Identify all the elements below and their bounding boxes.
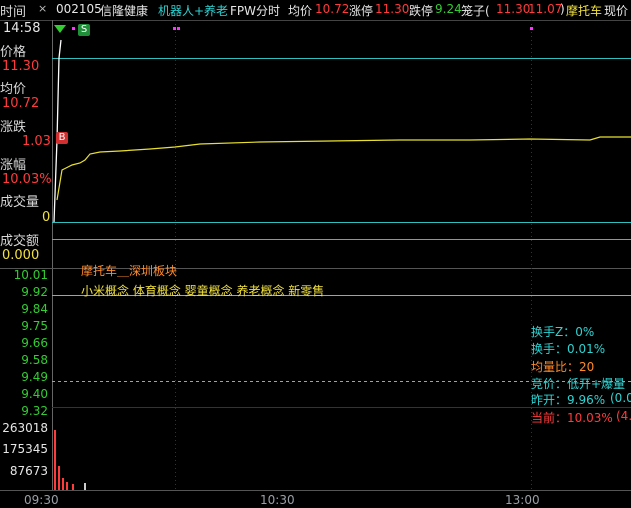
volume-bar (62, 478, 64, 490)
signal-mark (530, 27, 533, 30)
signal-mark (177, 27, 180, 30)
volume-ratio-stat: 均量比：20 (531, 360, 595, 374)
price-axis-label: 9.40 (21, 387, 48, 401)
time-axis-label: 13:00 (505, 493, 540, 507)
pct-label: 涨幅 (0, 158, 27, 173)
price-axis-label: 9.32 (21, 404, 48, 418)
avg-price-line (56, 136, 631, 201)
current-change-tail: (4. (616, 409, 631, 423)
price-axis-label: 9.49 (21, 370, 48, 384)
amount-label: 成交额 (0, 234, 40, 249)
yesterday-open-stat: 昨开：9.96% (531, 393, 606, 407)
volume-bar (72, 484, 74, 490)
intraday-chart (0, 20, 631, 491)
price-axis-label: 9.75 (21, 319, 48, 333)
signal-mark (173, 27, 176, 30)
turnover-stat: 换手：0.01% (531, 342, 606, 356)
sector-tags[interactable]: 小米概念 体育概念 婴童概念 养老概念 新零售 (81, 282, 324, 299)
pct-value: 10.03% (2, 172, 52, 187)
price-axis-label: 9.58 (21, 353, 48, 367)
time-axis-label: 10:30 (260, 493, 295, 507)
sell-badge[interactable]: S (78, 24, 90, 36)
vol-value: 0 (42, 210, 51, 225)
change-label: 涨跌 (0, 120, 27, 135)
price-label: 价格 (0, 45, 27, 60)
buy-badge[interactable]: B (56, 132, 68, 144)
price-axis-label: 10.01 (13, 268, 48, 282)
amount-value: 0.000 (2, 248, 40, 263)
volume-bar (58, 466, 60, 490)
current-change-stat: 当前：10.03% (531, 411, 613, 425)
volume-bar (84, 483, 86, 490)
avgp-label: 均价 (0, 82, 27, 97)
signal-mark (72, 27, 75, 30)
price-axis-label: 9.84 (21, 302, 48, 316)
sector-title[interactable]: 摩托车＿深圳板块 (81, 262, 177, 279)
change-value: 1.03 (22, 134, 51, 149)
yesterday-open-tail: (0.0 (610, 391, 631, 405)
auction-stat: 竞价：低开+爆量 (531, 377, 626, 391)
turnover-z-stat: 换手Z：0% (531, 325, 595, 339)
open-marker-icon (54, 25, 66, 33)
volume-axis-label: 87673 (9, 464, 48, 478)
volume-bar (66, 482, 68, 490)
volume-bar (54, 430, 56, 490)
time-axis-label: 09:30 (24, 493, 59, 507)
volume-axis-label: 175345 (2, 442, 48, 456)
avgp-value: 10.72 (2, 96, 40, 111)
price-axis-label: 9.66 (21, 336, 48, 350)
volume-axis-label: 263018 (2, 421, 48, 435)
current-time: 14:58 (3, 21, 41, 36)
price-value: 11.30 (2, 59, 40, 74)
vol-label: 成交量 (0, 195, 40, 210)
price-axis-label: 9.92 (21, 285, 48, 299)
